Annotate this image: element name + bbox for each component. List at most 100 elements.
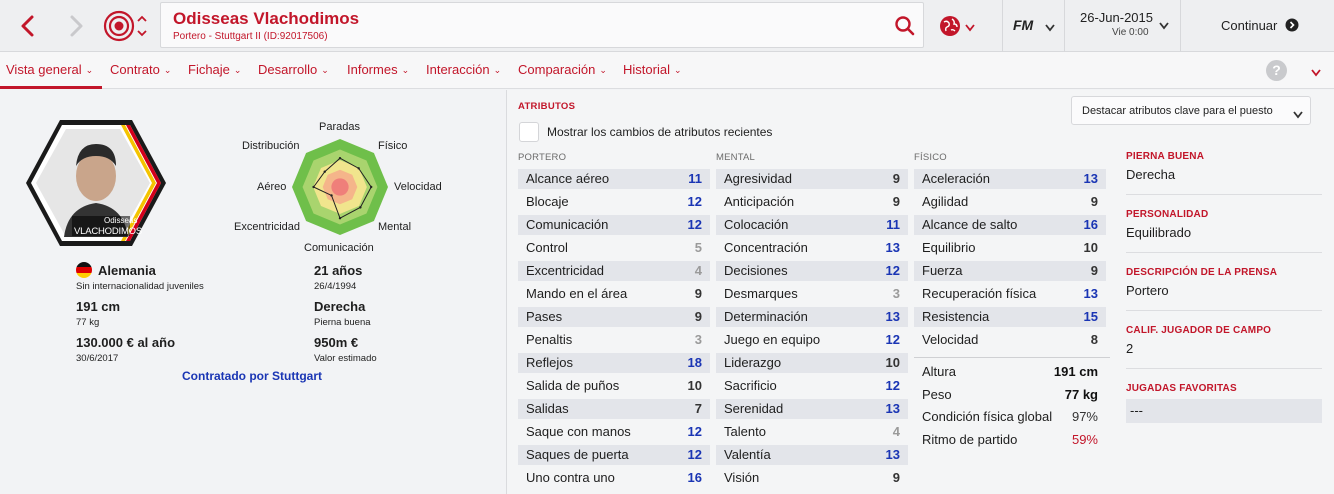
- attribute-row-salidas[interactable]: Salidas 7: [518, 399, 710, 419]
- attribute-row-excentricidad[interactable]: Excentricidad 4: [518, 261, 710, 281]
- chevron-down-icon: ⌄: [85, 65, 94, 75]
- attribute-value: 13: [885, 401, 900, 416]
- attribute-row-desmarques[interactable]: Desmarques 3: [716, 284, 908, 304]
- date-chevron-icon[interactable]: [1158, 18, 1170, 30]
- attribute-label: Salidas: [526, 401, 569, 416]
- wage-value[interactable]: 130.000 € al año: [76, 335, 175, 350]
- radar-point-paradas: [338, 157, 342, 160]
- back-arrow-icon[interactable]: [16, 12, 40, 40]
- divider: [1126, 252, 1322, 253]
- attribute-row-anticipacion[interactable]: Anticipación 9: [716, 192, 908, 212]
- attribute-row-salida-de-punos[interactable]: Salida de puños 10: [518, 376, 710, 396]
- attribute-row-reflejos[interactable]: Reflejos 18: [518, 353, 710, 373]
- attribute-value: 9: [1090, 194, 1098, 209]
- continue-button[interactable]: Continuar: [1181, 0, 1334, 52]
- attribute-row-ritmo-de-partido[interactable]: Ritmo de partido 59%: [914, 430, 1106, 450]
- attribute-row-vision[interactable]: Visión 9: [716, 468, 908, 488]
- current-date[interactable]: 26-Jun-2015: [1080, 10, 1153, 25]
- tab-historial[interactable]: Historial ⌄: [623, 52, 682, 89]
- attribute-value: 18: [687, 355, 702, 370]
- attribute-row-liderazgo[interactable]: Liderazgo 10: [716, 353, 908, 373]
- attribute-row-colocacion[interactable]: Colocación 11: [716, 215, 908, 235]
- attribute-row-pases[interactable]: Pases 9: [518, 307, 710, 327]
- player-card[interactable]: Odisseas VLACHODIMOS: [24, 118, 168, 248]
- recent-changes-checkbox[interactable]: [519, 122, 539, 142]
- tab-vista-general[interactable]: Vista general ⌄: [6, 52, 93, 89]
- attribute-row-concentracion[interactable]: Concentración 13: [716, 238, 908, 258]
- attribute-row-sacrificio[interactable]: Sacrificio 12: [716, 376, 908, 396]
- attribute-row-talento[interactable]: Talento 4: [716, 422, 908, 442]
- attribute-row-determinacion[interactable]: Determinación 13: [716, 307, 908, 327]
- attribute-row-fuerza[interactable]: Fuerza 9: [914, 261, 1106, 281]
- radar-label-fisico: Físico: [378, 140, 408, 152]
- attribute-row-decisiones[interactable]: Decisiones 12: [716, 261, 908, 281]
- help-icon[interactable]: ?: [1266, 60, 1287, 81]
- attribute-label: Determinación: [724, 309, 808, 324]
- chevron-down-icon: ⌄: [233, 65, 242, 75]
- attribute-row-alcance-de-salto[interactable]: Alcance de salto 16: [914, 215, 1106, 235]
- chevron-down-icon: ⌄: [493, 65, 502, 75]
- attribute-row-blocaje[interactable]: Blocaje 12: [518, 192, 710, 212]
- international-status: Sin internacionalidad juveniles: [76, 281, 204, 292]
- height-value: 191 cm: [76, 299, 121, 314]
- menu-chevron-icon[interactable]: [1310, 65, 1322, 77]
- contracted-by-link[interactable]: Contratado por Stuttgart: [182, 369, 322, 383]
- attribute-row-valentia[interactable]: Valentía 13: [716, 445, 908, 465]
- attribute-value: 12: [687, 194, 702, 209]
- attribute-row-resistencia[interactable]: Resistencia 15: [914, 307, 1106, 327]
- tab-contrato[interactable]: Contrato ⌄: [110, 52, 171, 89]
- highlight-key-attributes-select[interactable]: Destacar atributos clave para el puesto: [1071, 96, 1311, 125]
- attribute-row-agilidad[interactable]: Agilidad 9: [914, 192, 1106, 212]
- attribute-row-control[interactable]: Control 5: [518, 238, 710, 258]
- attribute-row-juego-en-equipo[interactable]: Juego en equipo 12: [716, 330, 908, 350]
- updown-chevron-icon[interactable]: [136, 13, 148, 39]
- search-icon[interactable]: [894, 15, 916, 37]
- attribute-row-saque-con-manos[interactable]: Saque con manos 12: [518, 422, 710, 442]
- attribute-row-aceleracion[interactable]: Aceleración 13: [914, 169, 1106, 189]
- attribute-row-altura[interactable]: Altura 191 cm: [914, 362, 1106, 382]
- attribute-label: Visión: [724, 470, 760, 485]
- tab-desarrollo[interactable]: Desarrollo ⌄: [258, 52, 329, 89]
- favourite-moves-value: ---: [1130, 403, 1143, 418]
- tab-comparacion[interactable]: Comparación ⌄: [518, 52, 607, 89]
- player-subtitle[interactable]: Portero - Stuttgart II (ID:92017506): [173, 31, 328, 42]
- fm-chevron-icon[interactable]: [1044, 20, 1056, 32]
- press-description-value: Portero: [1126, 283, 1169, 298]
- forward-arrow-icon[interactable]: [64, 12, 88, 40]
- radar-point-distribucion: [323, 170, 326, 173]
- attribute-row-condicion-fisica-global[interactable]: Condición física global 97%: [914, 407, 1106, 427]
- radar-point-fisico: [357, 167, 360, 170]
- attribute-value: 4: [694, 263, 702, 278]
- player-name[interactable]: Odisseas Vlachodimos: [173, 9, 359, 29]
- globe-chevron-icon[interactable]: [964, 20, 976, 32]
- attribute-row-equilibrio[interactable]: Equilibrio 10: [914, 238, 1106, 258]
- attribute-label: Condición física global: [922, 409, 1053, 424]
- attribute-row-comunicacion[interactable]: Comunicación 12: [518, 215, 710, 235]
- chevron-down-icon: ⌄: [321, 65, 329, 75]
- attribute-label: Desmarques: [724, 286, 798, 301]
- chevron-down-icon: ⌄: [673, 65, 682, 75]
- attribute-row-uno-contra-uno[interactable]: Uno contra uno 16: [518, 468, 710, 488]
- attribute-row-serenidad[interactable]: Serenidad 13: [716, 399, 908, 419]
- attribute-row-penaltis[interactable]: Penaltis 3: [518, 330, 710, 350]
- attribute-row-saques-de-puerta[interactable]: Saques de puerta 12: [518, 445, 710, 465]
- tab-fichaje[interactable]: Fichaje ⌄: [188, 52, 241, 89]
- attribute-row-peso[interactable]: Peso 77 kg: [914, 385, 1106, 405]
- fm-logo[interactable]: FM: [1013, 17, 1033, 33]
- globe-icon[interactable]: [938, 14, 962, 38]
- target-icon[interactable]: [103, 10, 135, 42]
- attribute-row-alcance-aereo[interactable]: Alcance aéreo 11: [518, 169, 710, 189]
- attribute-label: Altura: [922, 364, 956, 379]
- radar-label-aereo: Aéreo: [257, 181, 287, 193]
- tab-informes[interactable]: Informes ⌄: [347, 52, 409, 89]
- attribute-row-recuperacion-fisica[interactable]: Recuperación física 13: [914, 284, 1106, 304]
- age-value: 21 años: [314, 263, 363, 278]
- tab-interaccion[interactable]: Interacción ⌄: [426, 52, 501, 89]
- nationality[interactable]: Alemania: [98, 263, 156, 278]
- attribute-row-velocidad[interactable]: Velocidad 8: [914, 330, 1106, 350]
- attribute-label: Aceleración: [922, 171, 990, 186]
- attribute-row-agresividad[interactable]: Agresividad 9: [716, 169, 908, 189]
- personality-value[interactable]: Equilibrado: [1126, 225, 1191, 240]
- recent-changes-label[interactable]: Mostrar los cambios de atributos recient…: [547, 125, 772, 139]
- attribute-row-mando-en-el-area[interactable]: Mando en el área 9: [518, 284, 710, 304]
